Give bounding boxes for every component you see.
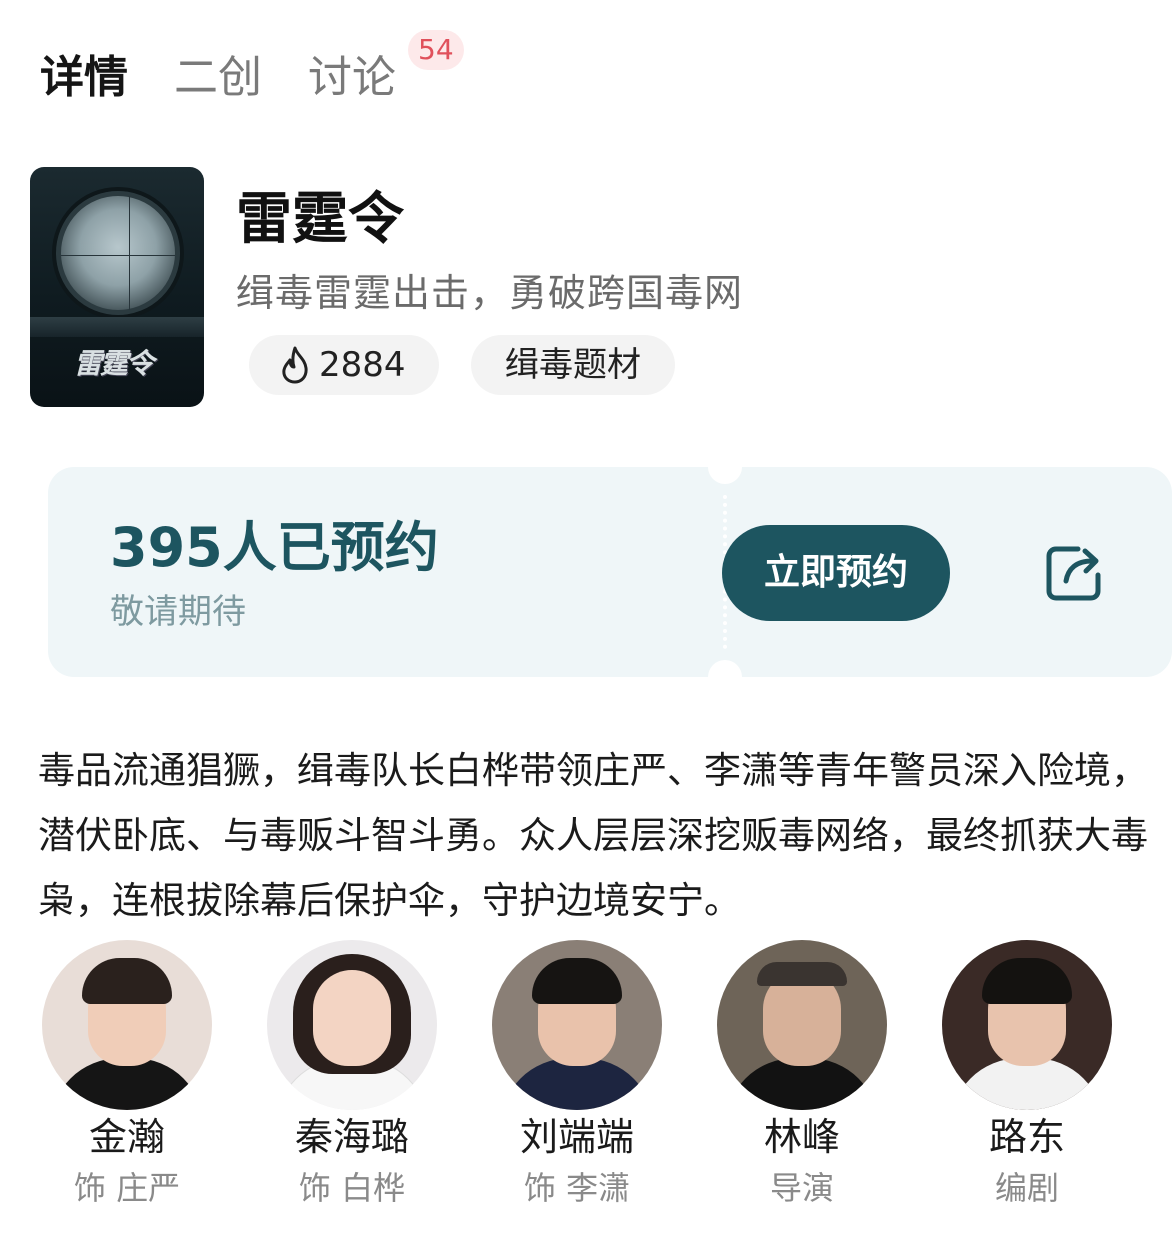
cast-member[interactable]: 路东 编剧 bbox=[942, 940, 1112, 1214]
cast-list: 金瀚 饰 庄严 秦海璐 饰 白桦 刘端端 饰 李潇 林峰 导演 路东 编剧 bbox=[40, 940, 1176, 1220]
avatar bbox=[717, 940, 887, 1110]
share-icon[interactable] bbox=[1044, 541, 1106, 603]
heat-chip[interactable]: 2884 bbox=[249, 335, 439, 395]
cast-name: 林峰 bbox=[763, 1115, 840, 1159]
cast-name: 秦海璐 bbox=[294, 1115, 409, 1159]
fire-icon bbox=[282, 346, 308, 384]
show-description: 毒品流通猖獗，缉毒队长白桦带领庄严、李潇等青年警员深入险境，潜伏卧底、与毒贩斗智… bbox=[38, 749, 1148, 922]
cast-name: 刘端端 bbox=[519, 1115, 634, 1159]
reservation-subtext: 敬请期待 bbox=[110, 592, 246, 632]
heat-value: 2884 bbox=[319, 345, 406, 385]
tab-discussion[interactable]: 讨论 bbox=[308, 48, 396, 108]
cast-name: 金瀚 bbox=[88, 1115, 165, 1159]
cast-role: 饰 白桦 bbox=[298, 1169, 406, 1207]
cast-role: 导演 bbox=[769, 1169, 834, 1207]
reservation-card: 395人已预约 敬请期待 立即预约 bbox=[48, 450, 1172, 694]
avatar bbox=[42, 940, 212, 1110]
tab-bar: 详情 二创 讨论 bbox=[40, 38, 442, 108]
avatar bbox=[492, 940, 662, 1110]
cast-role: 饰 李潇 bbox=[523, 1169, 631, 1207]
tab-fan-creations[interactable]: 二创 bbox=[174, 48, 262, 108]
cast-role: 编剧 bbox=[994, 1169, 1059, 1207]
cast-member[interactable]: 秦海璐 饰 白桦 bbox=[267, 940, 437, 1214]
show-subtitle: 缉毒雷霆出击，勇破跨国毒网 bbox=[236, 271, 744, 315]
poster-scope-graphic bbox=[56, 191, 180, 315]
poster-logo: 雷霆令 bbox=[74, 347, 154, 380]
tab-details[interactable]: 详情 bbox=[40, 48, 128, 108]
reservation-count: 395人已预约 bbox=[110, 516, 439, 579]
show-poster[interactable]: 雷霆令 bbox=[30, 167, 204, 407]
reserve-now-button[interactable]: 立即预约 bbox=[722, 525, 950, 621]
discussion-count-badge: 54 bbox=[408, 30, 464, 70]
cast-member[interactable]: 林峰 导演 bbox=[717, 940, 887, 1214]
avatar bbox=[942, 940, 1112, 1110]
avatar bbox=[267, 940, 437, 1110]
show-title: 雷霆令 bbox=[236, 187, 404, 252]
cast-name: 路东 bbox=[988, 1115, 1065, 1159]
cast-member[interactable]: 金瀚 饰 庄严 bbox=[42, 940, 212, 1214]
cast-member[interactable]: 刘端端 饰 李潇 bbox=[492, 940, 662, 1214]
cast-role: 饰 庄严 bbox=[73, 1169, 181, 1207]
genre-tag-chip[interactable]: 缉毒题材 bbox=[471, 335, 675, 395]
